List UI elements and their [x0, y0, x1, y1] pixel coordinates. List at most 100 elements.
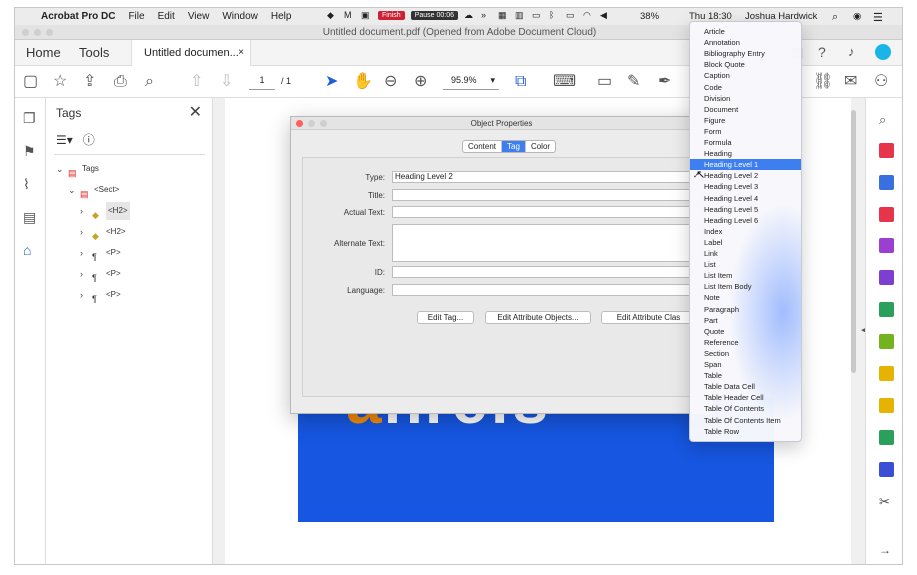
- type-menu-item[interactable]: Document: [690, 104, 801, 115]
- alternate-text-field[interactable]: [392, 224, 702, 262]
- type-menu-item[interactable]: Section: [690, 348, 801, 359]
- type-menu-item[interactable]: Reference: [690, 337, 801, 348]
- dropbox-icon[interactable]: ◆: [327, 10, 338, 21]
- zoom-out-icon[interactable]: ⊖: [384, 73, 397, 91]
- next-page-icon[interactable]: ⇩: [220, 73, 233, 91]
- chevron-down-icon[interactable]: ⌄: [68, 181, 76, 199]
- close-window-icon[interactable]: [22, 29, 29, 36]
- tab-tools[interactable]: Tools: [79, 40, 109, 66]
- type-menu-item[interactable]: Heading Level 1: [690, 159, 801, 171]
- export-pdf-icon[interactable]: [879, 175, 894, 190]
- zoom-window-icon[interactable]: [46, 29, 53, 36]
- hand-tool-icon[interactable]: ✋: [353, 73, 373, 91]
- pages-icon[interactable]: ❐: [23, 110, 36, 127]
- chevron-right-icon[interactable]: ›: [80, 286, 88, 304]
- zoom-in-icon[interactable]: ⊕: [414, 73, 427, 91]
- type-menu-item[interactable]: Heading Level 4: [690, 193, 801, 204]
- type-menu-item[interactable]: Figure: [690, 115, 801, 126]
- tab-document[interactable]: Untitled documen... ×: [131, 40, 251, 66]
- edit-tag-button[interactable]: Edit Tag...: [417, 311, 474, 324]
- type-menu-item[interactable]: Form: [690, 126, 801, 137]
- add-user-icon[interactable]: ⚇: [874, 73, 888, 91]
- chevron-right-icon[interactable]: ›: [80, 244, 88, 262]
- print-icon[interactable]: ⎙: [114, 73, 127, 91]
- finish-button[interactable]: Finish: [378, 11, 405, 20]
- menu-file[interactable]: File: [128, 11, 144, 22]
- type-menu-item[interactable]: Quote: [690, 326, 801, 337]
- type-menu-item[interactable]: Part: [690, 315, 801, 326]
- type-menu-item[interactable]: Span: [690, 359, 801, 370]
- highlight-pen-icon[interactable]: ✎: [627, 73, 640, 91]
- siri-icon[interactable]: ◉: [853, 11, 861, 22]
- malwarebytes-icon[interactable]: M: [344, 10, 355, 21]
- type-menu-item[interactable]: List: [690, 259, 801, 270]
- type-menu-item[interactable]: Table Of Contents Item: [690, 415, 801, 426]
- type-menu-item[interactable]: Article: [690, 26, 801, 37]
- chevron-right-icon[interactable]: ›: [80, 223, 88, 241]
- forward-icon[interactable]: »: [481, 10, 492, 21]
- attachments-icon[interactable]: ⌇: [23, 176, 30, 193]
- options-menu-icon[interactable]: ☰▾: [56, 133, 73, 147]
- pause-button[interactable]: Pause 00:06: [410, 11, 458, 20]
- help-icon[interactable]: ?: [818, 44, 826, 60]
- tag-tree-item[interactable]: ⌄ ▤ <Sect>: [68, 181, 119, 199]
- comment-tool-rail-icon[interactable]: [879, 398, 894, 413]
- type-menu-item[interactable]: Formula: [690, 137, 801, 148]
- type-menu-item[interactable]: Link: [690, 248, 801, 259]
- spotlight-icon[interactable]: ⌕: [832, 11, 838, 24]
- zoom-tool-icon[interactable]: ⌕: [879, 112, 894, 127]
- print-production-icon[interactable]: [879, 430, 894, 445]
- tag-tree-item[interactable]: › ◆ <H2>: [80, 202, 130, 220]
- bookmarks-icon[interactable]: ⚑: [23, 143, 36, 160]
- tags-icon[interactable]: ⌂: [23, 242, 31, 258]
- minimize-window-icon[interactable]: [34, 29, 41, 36]
- type-menu-item[interactable]: Index: [690, 226, 801, 237]
- menu-edit[interactable]: Edit: [158, 11, 175, 22]
- zoom-select[interactable]: 95.9% ▾: [443, 75, 499, 90]
- actual-text-field[interactable]: [392, 206, 702, 218]
- type-menu-item[interactable]: Note: [690, 292, 801, 303]
- tab-color[interactable]: Color: [526, 141, 555, 152]
- type-menu-item[interactable]: Heading Level 6: [690, 215, 801, 226]
- save-icon[interactable]: ▢: [23, 73, 38, 91]
- type-menu-item[interactable]: Label: [690, 237, 801, 248]
- bell-icon[interactable]: ♪: [848, 44, 855, 59]
- more-tools-icon[interactable]: ✂: [879, 494, 894, 509]
- type-menu-item[interactable]: ✓ Heading Level 2: [690, 170, 801, 181]
- type-menu-item[interactable]: Annotation: [690, 37, 801, 48]
- edit-attribute-objects-button[interactable]: Edit Attribute Objects...: [485, 311, 591, 324]
- comment-tool-icon[interactable]: ▭: [597, 73, 612, 91]
- upload-icon[interactable]: ⇪: [83, 73, 96, 91]
- close-icon[interactable]: ✕: [189, 102, 202, 122]
- tab-tag[interactable]: Tag: [502, 141, 526, 152]
- app-menu[interactable]: Acrobat Pro DC: [41, 11, 115, 22]
- vertical-scrollbar[interactable]: [851, 110, 856, 373]
- menu-window[interactable]: Window: [222, 11, 258, 22]
- mail-icon[interactable]: ✉: [844, 73, 857, 91]
- edit-attribute-classes-button[interactable]: Edit Attribute Clas: [601, 311, 696, 324]
- tab-content[interactable]: Content: [463, 141, 503, 152]
- type-menu-item[interactable]: Heading: [690, 148, 801, 159]
- select-arrow-icon[interactable]: ➤: [325, 73, 338, 91]
- language-field[interactable]: [392, 284, 702, 296]
- type-menu-item[interactable]: Block Quote: [690, 59, 801, 70]
- fit-page-icon[interactable]: ⧉: [515, 73, 526, 91]
- wifi-icon[interactable]: ◠: [583, 10, 594, 21]
- tag-tree-item[interactable]: › ◆ <H2>: [80, 223, 126, 241]
- fill-sign-icon[interactable]: [879, 238, 894, 253]
- menu-view[interactable]: View: [188, 11, 210, 22]
- document-properties-icon[interactable]: ▤: [23, 209, 36, 226]
- volume-icon[interactable]: ◀: [600, 10, 611, 21]
- bluetooth-icon[interactable]: ᛒ: [549, 10, 560, 21]
- link-icon[interactable]: ⛓: [813, 73, 833, 91]
- protect-icon[interactable]: [879, 462, 894, 477]
- menu-help[interactable]: Help: [271, 11, 292, 22]
- airplay-icon[interactable]: ▭: [532, 10, 543, 21]
- sign-icon[interactable]: ✒: [658, 73, 671, 91]
- chevron-down-icon[interactable]: ⌄: [56, 160, 64, 178]
- cloud-icon[interactable]: ☁: [464, 10, 475, 21]
- tag-tree-item[interactable]: ⌄ ▤ Tags: [56, 160, 99, 178]
- tag-tree-item[interactable]: › ¶ <P>: [80, 244, 121, 262]
- tab-home[interactable]: Home: [26, 40, 61, 66]
- recorder-icon[interactable]: ▣: [361, 10, 372, 21]
